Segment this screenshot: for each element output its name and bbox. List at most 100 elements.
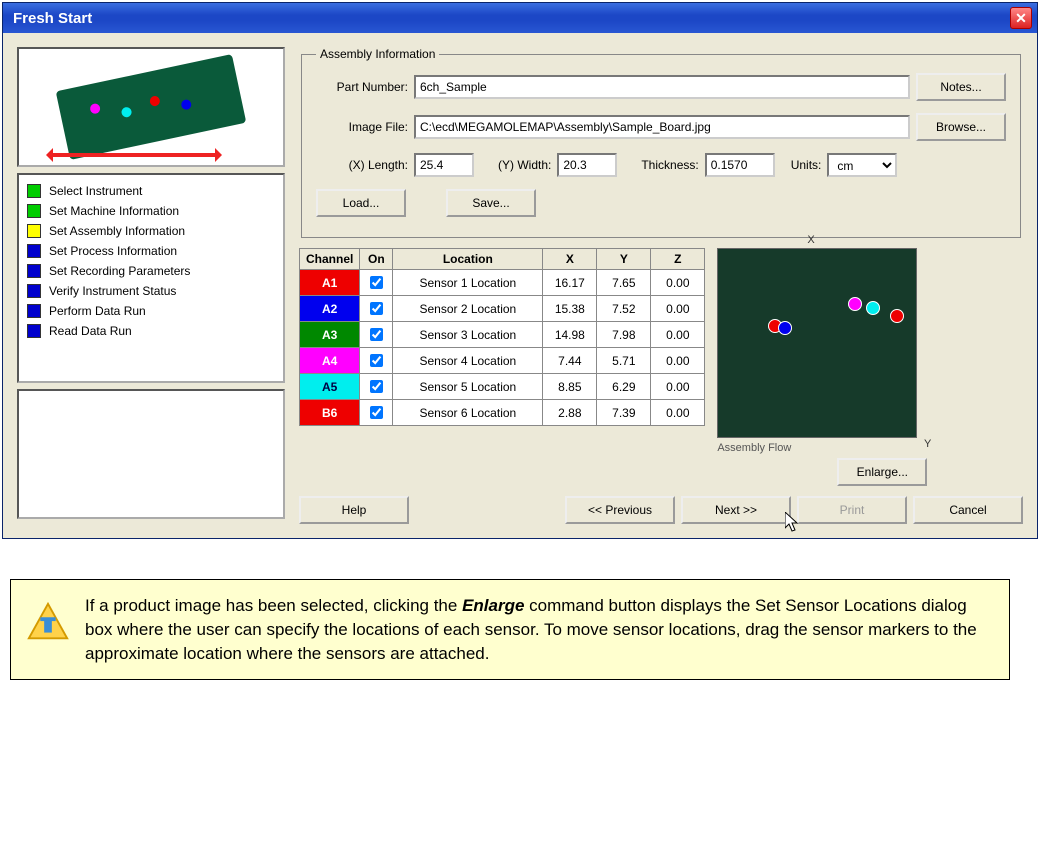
image-file-input[interactable] [414,115,910,139]
print-button[interactable]: Print [797,496,907,524]
z-cell[interactable]: 0.00 [651,348,705,374]
x-cell[interactable]: 16.17 [543,270,597,296]
x-cell[interactable]: 14.98 [543,322,597,348]
notes-button[interactable]: Notes... [916,73,1006,101]
next-button[interactable]: Next >> [681,496,791,524]
table-row[interactable]: A5 Sensor 5 Location 8.85 6.29 0.00 [300,374,705,400]
table-row[interactable]: A3 Sensor 3 Location 14.98 7.98 0.00 [300,322,705,348]
part-number-label: Part Number: [316,80,408,94]
step-status-icon [27,284,41,298]
dialog-body: Select InstrumentSet Machine Information… [3,33,1037,538]
y-axis-label: Y [924,438,931,450]
step-item[interactable]: Set Assembly Information [25,221,277,241]
sensor-table: Channel On Location X Y Z A1 Sensor 1 Lo… [299,248,705,426]
enlarge-button[interactable]: Enlarge... [837,458,927,486]
assembly-legend: Assembly Information [316,47,439,61]
step-item[interactable]: Set Machine Information [25,201,277,221]
step-label: Set Assembly Information [49,224,185,238]
x-cell[interactable]: 2.88 [543,400,597,426]
y-cell[interactable]: 5.71 [597,348,651,374]
step-label: Read Data Run [49,324,132,338]
z-cell[interactable]: 0.00 [651,322,705,348]
board-preview [17,47,285,167]
load-button[interactable]: Load... [316,189,406,217]
step-item[interactable]: Set Process Information [25,241,277,261]
units-label: Units: [791,158,822,172]
z-cell[interactable]: 0.00 [651,296,705,322]
part-number-input[interactable] [414,75,910,99]
on-checkbox[interactable] [370,354,383,367]
step-item[interactable]: Perform Data Run [25,301,277,321]
on-cell[interactable] [360,400,393,426]
help-button[interactable]: Help [299,496,409,524]
marker-a4[interactable] [848,297,862,311]
y-cell[interactable]: 7.52 [597,296,651,322]
y-cell[interactable]: 6.29 [597,374,651,400]
assembly-flow-label: Assembly Flow [717,442,927,454]
step-item[interactable]: Set Recording Parameters [25,261,277,281]
x-cell[interactable]: 8.85 [543,374,597,400]
table-row[interactable]: A1 Sensor 1 Location 16.17 7.65 0.00 [300,270,705,296]
step-item[interactable]: Verify Instrument Status [25,281,277,301]
table-row[interactable]: A2 Sensor 2 Location 15.38 7.52 0.00 [300,296,705,322]
z-cell[interactable]: 0.00 [651,374,705,400]
table-row[interactable]: A4 Sensor 4 Location 7.44 5.71 0.00 [300,348,705,374]
y-width-label: (Y) Width: [498,158,551,172]
location-cell[interactable]: Sensor 2 Location [393,296,543,322]
x-length-input[interactable] [414,153,474,177]
z-cell[interactable]: 0.00 [651,270,705,296]
step-status-icon [27,244,41,258]
on-checkbox[interactable] [370,276,383,289]
location-cell[interactable]: Sensor 1 Location [393,270,543,296]
assembly-fieldset: Assembly Information Part Number: Notes.… [301,47,1021,238]
on-checkbox[interactable] [370,302,383,315]
channel-cell: B6 [300,400,360,426]
on-cell[interactable] [360,374,393,400]
channel-cell: A5 [300,374,360,400]
units-select[interactable]: cm [827,153,897,177]
previous-button[interactable]: << Previous [565,496,675,524]
marker-b6[interactable] [890,309,904,323]
footer-buttons: Help << Previous Next >> Print Cancel [299,496,1023,524]
on-checkbox[interactable] [370,328,383,341]
notes-preview-area [17,389,285,519]
cancel-button[interactable]: Cancel [913,496,1023,524]
y-cell[interactable]: 7.39 [597,400,651,426]
z-cell[interactable]: 0.00 [651,400,705,426]
board-view: X Y Assembly Flow Enlarge... [717,248,927,486]
y-cell[interactable]: 7.65 [597,270,651,296]
step-item[interactable]: Select Instrument [25,181,277,201]
on-cell[interactable] [360,348,393,374]
step-status-icon [27,224,41,238]
th-channel: Channel [300,249,360,270]
thickness-input[interactable] [705,153,775,177]
on-cell[interactable] [360,270,393,296]
step-status-icon [27,304,41,318]
marker-a5[interactable] [866,301,880,315]
thickness-label: Thickness: [641,158,698,172]
on-checkbox[interactable] [370,380,383,393]
x-cell[interactable]: 7.44 [543,348,597,374]
on-cell[interactable] [360,296,393,322]
step-item[interactable]: Read Data Run [25,321,277,341]
y-width-input[interactable] [557,153,617,177]
table-row[interactable]: B6 Sensor 6 Location 2.88 7.39 0.00 [300,400,705,426]
channel-cell: A3 [300,322,360,348]
th-x: X [543,249,597,270]
location-cell[interactable]: Sensor 5 Location [393,374,543,400]
location-cell[interactable]: Sensor 4 Location [393,348,543,374]
on-cell[interactable] [360,322,393,348]
close-button[interactable]: ✕ [1010,7,1032,29]
location-cell[interactable]: Sensor 3 Location [393,322,543,348]
marker-a2[interactable] [778,321,792,335]
x-cell[interactable]: 15.38 [543,296,597,322]
save-button[interactable]: Save... [446,189,536,217]
y-cell[interactable]: 7.98 [597,322,651,348]
pcb-graphic [56,54,247,160]
location-cell[interactable]: Sensor 6 Location [393,400,543,426]
browse-button[interactable]: Browse... [916,113,1006,141]
th-location: Location [393,249,543,270]
on-checkbox[interactable] [370,406,383,419]
assembly-board[interactable] [717,248,917,438]
step-status-icon [27,204,41,218]
